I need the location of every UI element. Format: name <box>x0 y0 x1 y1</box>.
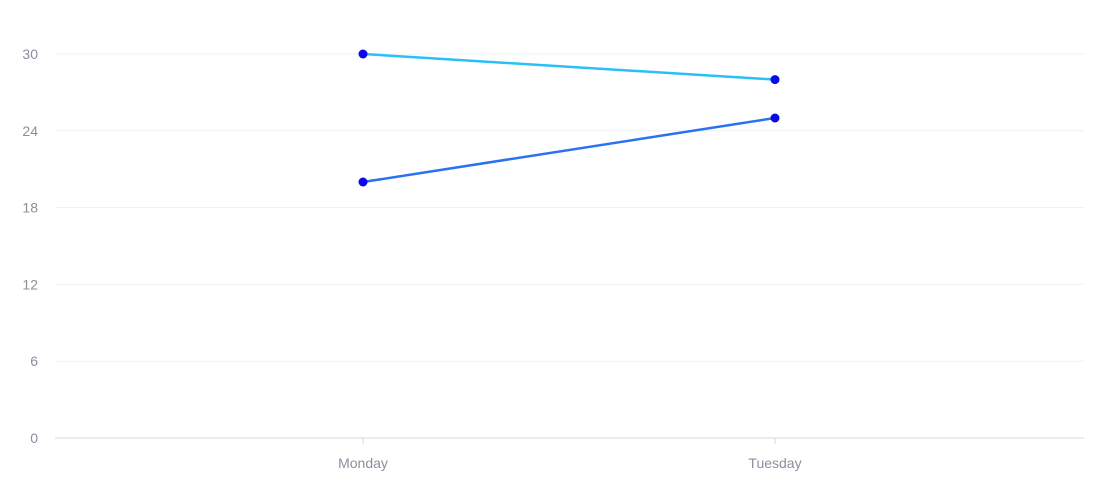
series-line-2 <box>361 116 777 184</box>
series-line-1 <box>361 52 777 81</box>
data-point[interactable] <box>358 177 368 187</box>
y-tick-label: 0 <box>30 430 38 446</box>
y-tick-label: 30 <box>22 46 38 62</box>
data-point[interactable] <box>770 75 780 85</box>
axis-layer: 0 6 12 18 24 30 Monday Tuesday <box>22 46 1084 471</box>
chart-canvas: 0 6 12 18 24 30 Monday Tuesday <box>22 46 1084 471</box>
series-layer <box>361 52 777 184</box>
points-layer <box>358 49 780 187</box>
x-tick-label: Monday <box>338 455 388 471</box>
y-tick-label: 6 <box>30 353 38 369</box>
data-point[interactable] <box>358 49 368 59</box>
line-chart: 0 6 12 18 24 30 Monday Tuesday <box>0 0 1118 479</box>
data-point[interactable] <box>770 113 780 123</box>
x-tick-label: Tuesday <box>748 455 801 471</box>
y-tick-label: 18 <box>22 200 38 216</box>
y-tick-label: 12 <box>22 276 38 292</box>
grid-layer <box>55 53 1084 362</box>
y-tick-label: 24 <box>22 123 38 139</box>
